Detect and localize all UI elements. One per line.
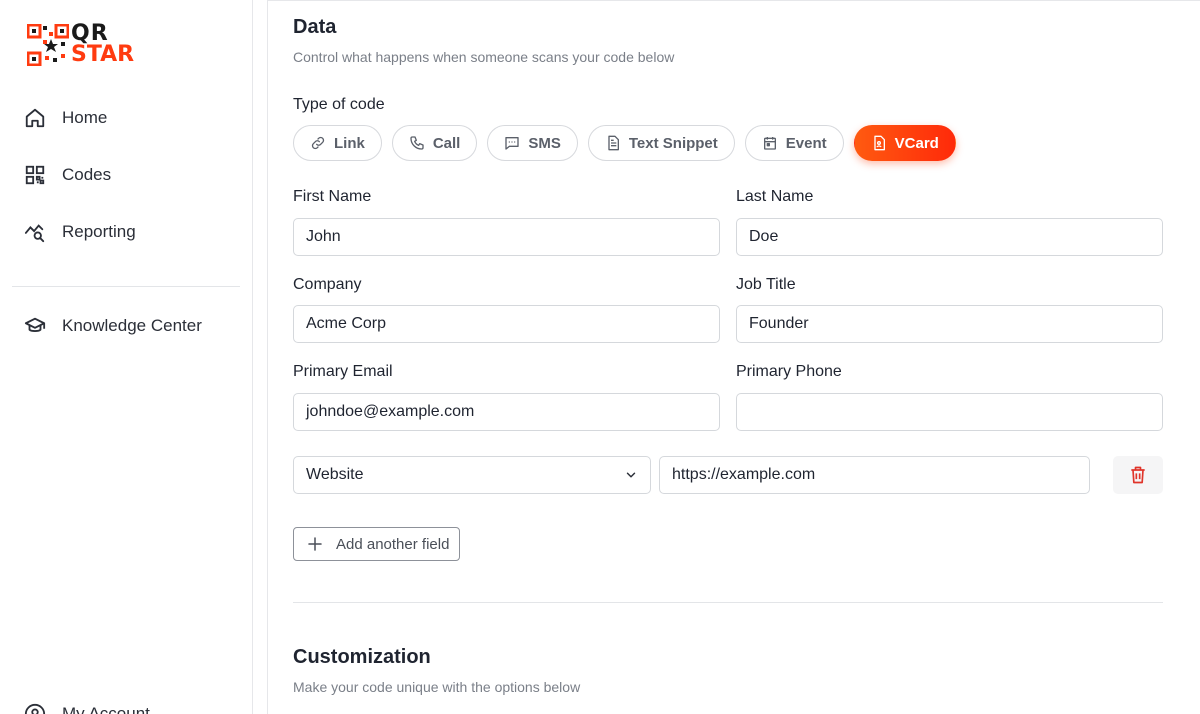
- sidebar-item-codes[interactable]: Codes: [12, 155, 240, 195]
- add-another-field-button[interactable]: Add another field: [293, 527, 460, 561]
- code-type-sms[interactable]: SMS: [487, 125, 578, 161]
- data-section-title: Data: [293, 16, 337, 38]
- sidebar-item-home[interactable]: Home: [12, 98, 240, 138]
- code-type-label: Event: [785, 134, 827, 152]
- data-section-subtitle: Control what happens when someone scans …: [293, 49, 675, 65]
- primary-email-label: Primary Email: [293, 363, 393, 380]
- sidebar-item-label: My Account: [62, 704, 150, 714]
- sidebar-divider: [12, 286, 240, 287]
- link-icon: [310, 135, 326, 151]
- plus-icon: [306, 535, 324, 553]
- brand-logo[interactable]: QR STAR: [27, 22, 172, 68]
- extra-field-value-input[interactable]: https://example.com: [659, 456, 1090, 494]
- code-type-label: Link: [334, 134, 365, 152]
- user-circle-icon: [24, 703, 46, 714]
- code-type-call[interactable]: Call: [391, 125, 478, 161]
- section-divider: [293, 602, 1163, 603]
- vcard-icon: [871, 135, 887, 151]
- job-title-label: Job Title: [736, 276, 796, 293]
- company-label: Company: [293, 276, 362, 293]
- sidebar-item-label: Knowledge Center: [62, 316, 202, 335]
- qr-logo-icon: [27, 24, 69, 66]
- delete-field-button[interactable]: [1113, 456, 1163, 494]
- main-content: Data Control what happens when someone s…: [267, 0, 1200, 714]
- chart-search-icon: [24, 221, 46, 243]
- first-name-field[interactable]: John: [293, 218, 720, 256]
- qr-code-icon: [24, 164, 46, 186]
- sidebar: QR STAR Home Codes Reporting Knowledge C…: [0, 0, 253, 714]
- customization-title: Customization: [293, 646, 431, 668]
- customization-subtitle: Make your code unique with the options b…: [293, 679, 581, 695]
- primary-phone-label: Primary Phone: [736, 363, 842, 380]
- code-type-link[interactable]: Link: [293, 125, 382, 161]
- company-field[interactable]: Acme Corp: [293, 305, 720, 343]
- sidebar-item-reporting[interactable]: Reporting: [12, 212, 240, 252]
- code-type-vcard[interactable]: VCard: [853, 125, 956, 161]
- message-icon: [504, 135, 520, 151]
- last-name-field[interactable]: Doe: [736, 218, 1163, 256]
- sidebar-item-label: Reporting: [62, 222, 136, 241]
- sidebar-item-label: Home: [62, 108, 108, 127]
- graduation-cap-icon: [24, 315, 46, 337]
- last-name-label: Last Name: [736, 188, 814, 205]
- add-another-field-label: Add another field: [336, 535, 450, 553]
- code-type-label: Call: [432, 134, 461, 152]
- code-type-label: SMS: [528, 134, 561, 152]
- code-type-label: Text Snippet: [628, 134, 718, 152]
- sidebar-item-label: Codes: [62, 165, 112, 184]
- primary-phone-field[interactable]: [736, 393, 1163, 431]
- code-type-selector: Link Call SMS Text Snippet Event VCard: [293, 125, 956, 161]
- brand-line2: STAR: [71, 42, 135, 67]
- trash-icon: [1128, 465, 1148, 485]
- sidebar-item-knowledge-center[interactable]: Knowledge Center: [12, 306, 240, 346]
- phone-icon: [409, 135, 425, 151]
- sidebar-item-my-account[interactable]: My Account: [24, 703, 150, 714]
- code-type-label: VCard: [894, 134, 939, 152]
- job-title-field[interactable]: Founder: [736, 305, 1163, 343]
- code-type-text-snippet[interactable]: Text Snippet: [587, 125, 735, 161]
- calendar-icon: [762, 135, 778, 151]
- chevron-down-icon: [624, 468, 638, 482]
- type-of-code-label: Type of code: [293, 96, 385, 113]
- extra-field-type-select[interactable]: Website: [293, 456, 651, 494]
- primary-email-field[interactable]: johndoe@example.com: [293, 393, 720, 431]
- code-type-event[interactable]: Event: [744, 125, 844, 161]
- extra-field-type-value: Website: [306, 466, 364, 483]
- first-name-label: First Name: [293, 188, 372, 205]
- document-icon: [605, 135, 621, 151]
- home-icon: [24, 107, 46, 129]
